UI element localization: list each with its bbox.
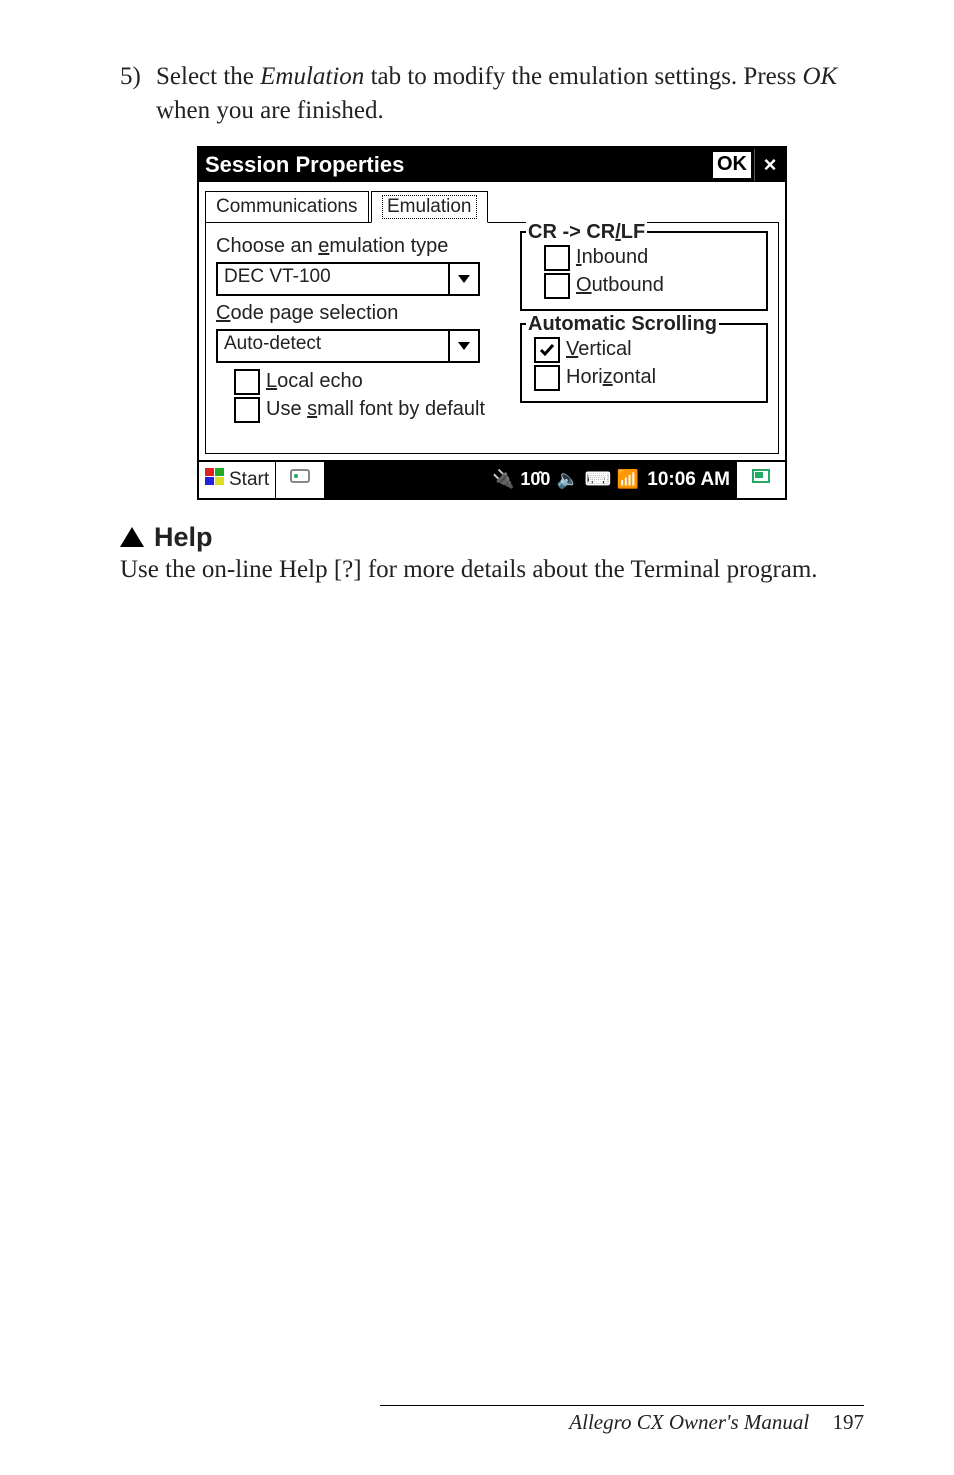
window-title: Session Properties <box>199 152 712 178</box>
windows-flag-icon <box>205 468 225 492</box>
inbound-checkbox[interactable]: Inbound <box>544 245 758 271</box>
keyboard-icon: ⌨ <box>585 469 611 490</box>
outbound-checkbox[interactable]: Outbound <box>544 273 758 299</box>
step-number: 5) <box>120 60 156 128</box>
checkbox-unchecked-icon <box>544 245 570 271</box>
crlf-legend: CR -> CR/LF <box>526 221 647 244</box>
tab-emulation[interactable]: Emulation <box>371 191 488 223</box>
triangle-up-icon <box>120 527 144 547</box>
vertical-checkbox[interactable]: Vertical <box>534 337 758 363</box>
ok-button[interactable]: OK <box>712 151 752 179</box>
code-page-select[interactable]: Auto-detect <box>216 329 480 363</box>
tray-icons: 🔌 10̂0 🔈 ⌨ 📶 <box>492 469 639 490</box>
close-button[interactable]: × <box>754 149 785 181</box>
clock: 10:06 AM <box>647 469 730 491</box>
checkbox-unchecked-icon <box>544 273 570 299</box>
taskbar: Start 🔌 10̂0 🔈 ⌨ 📶 10:06 AM <box>199 460 785 498</box>
network-icon: 🔌 <box>492 469 514 490</box>
book-title: Allegro CX Owner's Manual <box>569 1410 809 1434</box>
titlebar: Session Properties OK × <box>199 148 785 182</box>
show-desktop-icon <box>751 468 771 492</box>
emulation-type-value: DEC VT-100 <box>218 264 448 294</box>
desktop-button[interactable] <box>737 462 785 498</box>
code-page-label: Code page selection <box>216 302 506 325</box>
emulation-panel: Choose an emulation type DEC VT-100 Code… <box>205 222 779 454</box>
code-page-value: Auto-detect <box>218 331 448 361</box>
checkbox-unchecked-icon <box>234 369 260 395</box>
small-font-checkbox[interactable]: Use small font by default <box>234 397 506 423</box>
auto-scroll-legend: Automatic Scrolling <box>526 313 719 336</box>
battery-icon: 10̂0 <box>520 469 550 490</box>
system-tray[interactable]: 🔌 10̂0 🔈 ⌨ 📶 10:06 AM <box>325 462 737 498</box>
page-number: 197 <box>833 1410 865 1434</box>
step-5-instruction: 5) Select the Emulation tab to modify th… <box>120 60 864 128</box>
step-text: Select the Emulation tab to modify the e… <box>156 60 864 128</box>
tab-communications[interactable]: Communications <box>205 191 369 223</box>
start-button[interactable]: Start <box>199 462 276 498</box>
checkbox-unchecked-icon <box>234 397 260 423</box>
terminal-app-icon <box>290 468 310 492</box>
help-body: Use the on-line Help [?] for more detail… <box>120 553 864 587</box>
wifi-icon: 📶 <box>617 469 639 490</box>
running-app-button[interactable] <box>276 462 325 498</box>
help-heading: Help <box>120 522 864 553</box>
local-echo-checkbox[interactable]: Local echo <box>234 369 506 395</box>
crlf-group: CR -> CR/LF Inbound Outbound <box>520 233 768 311</box>
session-properties-window: Session Properties OK × Communications E… <box>197 146 787 500</box>
volume-icon: 🔈 <box>556 469 578 490</box>
choose-emulation-label: Choose an emulation type <box>216 235 506 258</box>
emulation-type-select[interactable]: DEC VT-100 <box>216 262 480 296</box>
start-label: Start <box>229 469 269 491</box>
page-footer: Allegro CX Owner's Manual 197 <box>380 1405 864 1435</box>
checkbox-checked-icon <box>534 337 560 363</box>
horizontal-checkbox[interactable]: Horizontal <box>534 365 758 391</box>
checkbox-unchecked-icon <box>534 365 560 391</box>
chevron-down-icon <box>448 331 478 361</box>
tabstrip: Communications Emulation <box>205 188 779 222</box>
auto-scroll-group: Automatic Scrolling Vertical Horizontal <box>520 325 768 403</box>
chevron-down-icon <box>448 264 478 294</box>
